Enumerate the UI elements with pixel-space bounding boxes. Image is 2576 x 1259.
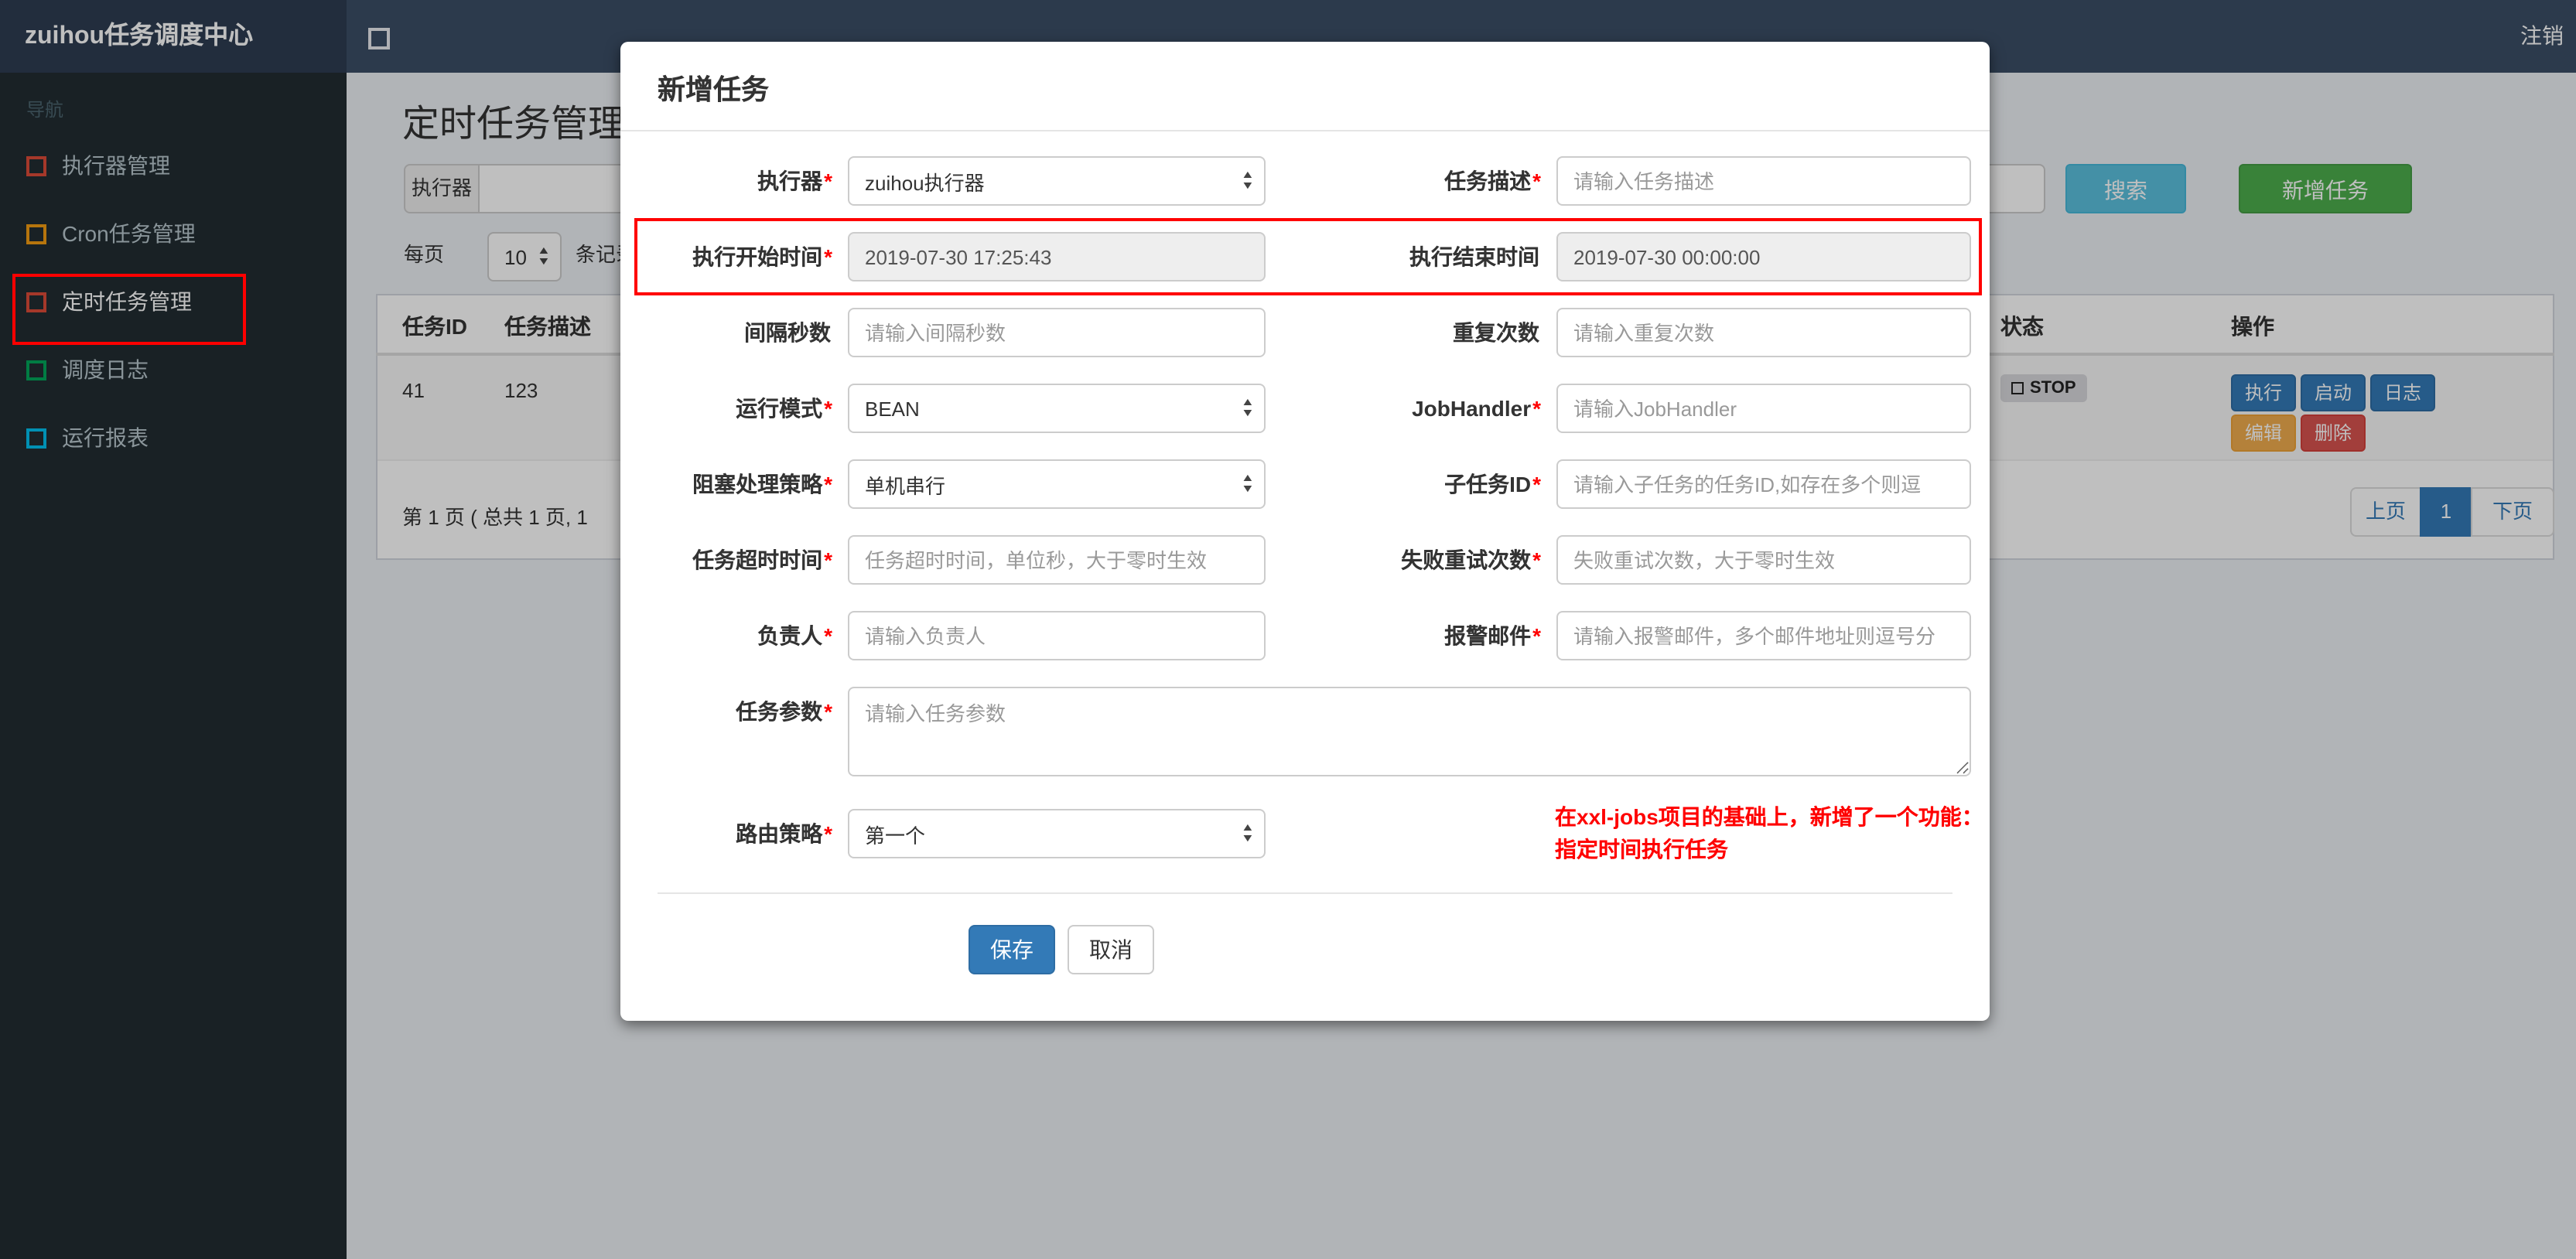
repeat-count-input[interactable]	[1556, 308, 1971, 357]
timeout-label: 任务超时时间 *	[692, 548, 832, 572]
child-task-label: 子任务ID *	[1444, 472, 1541, 496]
task-params-textarea[interactable]	[848, 687, 1971, 776]
repeat-count-label: 重复次数	[1453, 320, 1539, 345]
interval-input[interactable]	[848, 308, 1266, 357]
cancel-button[interactable]: 取消	[1068, 925, 1154, 974]
save-button[interactable]: 保存	[969, 925, 1055, 974]
start-time-label: 执行开始时间 *	[692, 244, 832, 269]
alarm-email-label: 报警邮件 *	[1444, 623, 1541, 648]
end-time-label: 执行结束时间	[1409, 244, 1539, 269]
select-arrows-icon: ▲ ▼	[1241, 473, 1256, 495]
add-task-modal: 新增任务 执行器* zuihou执行器 ▲▼ 任务描述* 执行开始时间* 执行结…	[620, 42, 1990, 1021]
modal-body: 执行器* zuihou执行器 ▲▼ 任务描述* 执行开始时间* 执行结束时间 间…	[620, 131, 1990, 862]
select-arrows-icon: ▲ ▼	[1241, 397, 1256, 419]
block-strategy-label: 阻塞处理策略 *	[692, 472, 832, 496]
select-arrows-icon: ▲ ▼	[1241, 170, 1256, 192]
retry-count-input[interactable]	[1556, 535, 1971, 585]
modal-header: 新增任务	[620, 42, 1990, 131]
route-strategy-select-value: 第一个	[865, 824, 926, 847]
select-arrows-icon: ▲ ▼	[1241, 823, 1256, 844]
jobhandler-label: JobHandler *	[1412, 396, 1541, 421]
modal-footer: 保存 取消	[620, 894, 1990, 974]
child-task-input[interactable]	[1556, 459, 1971, 509]
timeout-input[interactable]	[848, 535, 1266, 585]
start-time-input[interactable]	[848, 232, 1266, 281]
owner-input[interactable]	[848, 611, 1266, 660]
executor-select-value: zuihou执行器	[865, 171, 985, 194]
feature-note: 在xxl-jobs项目的基础上，新增了一个功能： 指定时间执行任务	[1555, 804, 1983, 862]
interval-label: 间隔秒数	[744, 320, 831, 345]
task-params-label: 任务参数 *	[736, 699, 832, 724]
executor-select[interactable]: zuihou执行器 ▲ ▼	[848, 156, 1266, 206]
owner-label: 负责人 *	[757, 623, 832, 648]
modal-title: 新增任务	[658, 74, 769, 105]
app-root: zuihou任务调度中心 注销 导航 执行器管理 Cron任务管理 定时任务管理…	[0, 0, 2576, 1259]
retry-count-label: 失败重试次数 *	[1401, 548, 1541, 572]
run-mode-label: 运行模式 *	[736, 396, 832, 421]
task-desc-label: 任务描述 *	[1444, 169, 1541, 193]
block-strategy-select[interactable]: 单机串行 ▲ ▼	[848, 459, 1266, 509]
route-strategy-label: 路由策略 *	[736, 821, 832, 846]
alarm-email-input[interactable]	[1556, 611, 1971, 660]
run-mode-select[interactable]: BEAN ▲ ▼	[848, 384, 1266, 433]
jobhandler-input[interactable]	[1556, 384, 1971, 433]
end-time-input[interactable]	[1556, 232, 1971, 281]
executor-label: 执行器 *	[757, 169, 832, 193]
route-strategy-select[interactable]: 第一个 ▲ ▼	[848, 809, 1266, 858]
block-strategy-select-value: 单机串行	[865, 474, 946, 497]
task-desc-input[interactable]	[1556, 156, 1971, 206]
run-mode-select-value: BEAN	[865, 397, 920, 420]
